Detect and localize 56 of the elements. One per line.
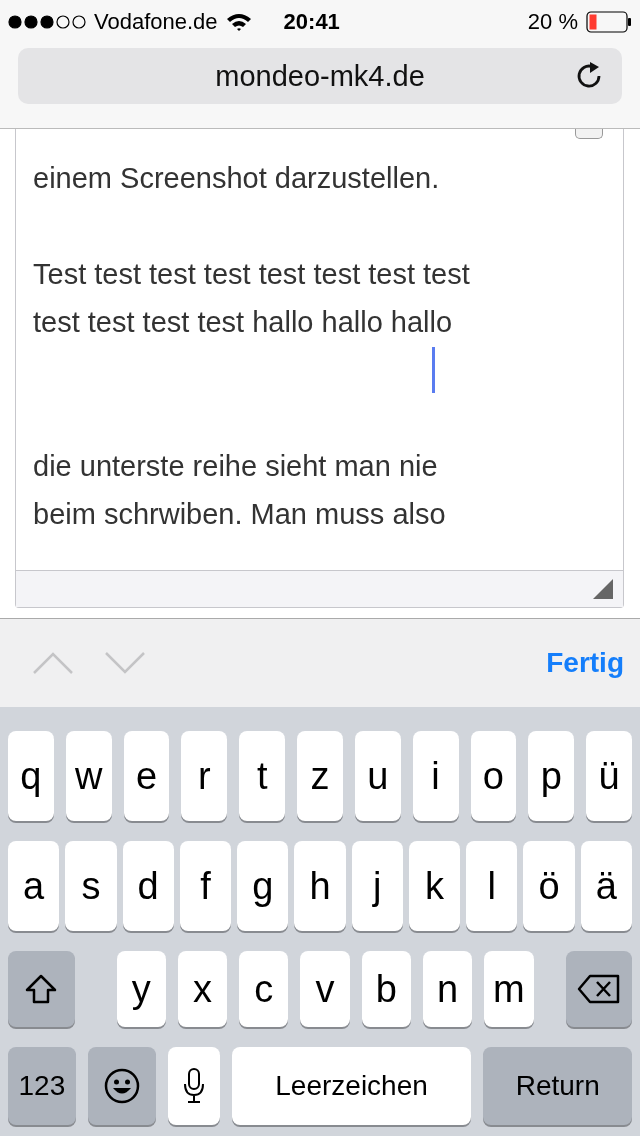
letter-key[interactable]: c: [239, 951, 289, 1027]
backspace-icon: [576, 974, 621, 1004]
letter-key[interactable]: g: [237, 841, 289, 931]
letter-key[interactable]: k: [408, 841, 461, 931]
letter-key[interactable]: p: [528, 731, 575, 821]
letter-key[interactable]: u: [354, 731, 401, 821]
letter-key[interactable]: b: [361, 951, 411, 1027]
shift-icon: [24, 973, 59, 1005]
letter-key[interactable]: x: [177, 951, 228, 1027]
letter-key[interactable]: q: [8, 731, 54, 821]
signal-icon: [8, 15, 86, 29]
letter-key[interactable]: j: [351, 841, 403, 931]
letter-key[interactable]: w: [65, 731, 112, 821]
smiley-icon: [103, 1068, 140, 1104]
letter-key[interactable]: ä: [580, 841, 632, 931]
letter-key[interactable]: t: [239, 731, 286, 821]
shift-key[interactable]: [8, 951, 75, 1027]
battery-icon: [586, 11, 632, 33]
url-text: mondeo-mk4.de: [215, 59, 425, 93]
letter-key[interactable]: y: [116, 951, 166, 1027]
dictation-key[interactable]: [167, 1047, 220, 1125]
text-line: beim schrwiben. Man muss also: [33, 497, 446, 531]
letter-key[interactable]: s: [65, 841, 117, 931]
letter-key[interactable]: f: [179, 841, 232, 931]
backspace-key[interactable]: [565, 951, 633, 1027]
letter-key[interactable]: m: [484, 951, 534, 1027]
clock-time: 20:41: [283, 9, 340, 35]
resize-grip-icon[interactable]: [593, 579, 613, 599]
letter-key[interactable]: i: [412, 731, 459, 821]
text-line: Test test test test test test test test: [33, 257, 470, 291]
text-line: einem Screenshot darzustellen.: [33, 161, 440, 195]
letter-key[interactable]: ö: [523, 841, 575, 931]
wifi-icon: [225, 12, 252, 32]
checkbox[interactable]: [575, 129, 603, 139]
carrier-name: Vodafone.de: [94, 9, 218, 35]
battery-percent: 20 %: [527, 9, 578, 35]
letter-key[interactable]: a: [8, 841, 60, 931]
emoji-key[interactable]: [87, 1047, 156, 1125]
letter-key[interactable]: o: [470, 731, 517, 821]
letter-key[interactable]: d: [122, 841, 174, 931]
letter-key[interactable]: r: [181, 731, 228, 821]
space-key[interactable]: Leerzeichen: [231, 1047, 472, 1125]
letter-key[interactable]: ü: [586, 731, 632, 821]
text-cursor: [432, 347, 435, 393]
letter-key[interactable]: z: [297, 731, 343, 821]
letter-key[interactable]: n: [422, 951, 473, 1027]
return-key[interactable]: Return: [483, 1047, 632, 1125]
letter-key[interactable]: l: [466, 841, 518, 931]
text-line: die unterste reihe sieht man nie: [33, 449, 438, 483]
microphone-icon: [181, 1067, 206, 1105]
numbers-key[interactable]: 123: [8, 1047, 76, 1125]
text-line: test test test test hallo hallo hallo: [33, 305, 453, 339]
letter-key[interactable]: h: [294, 841, 346, 931]
letter-key[interactable]: v: [300, 951, 350, 1027]
address-bar[interactable]: mondeo-mk4.de: [18, 48, 622, 104]
letter-key[interactable]: e: [123, 731, 170, 821]
